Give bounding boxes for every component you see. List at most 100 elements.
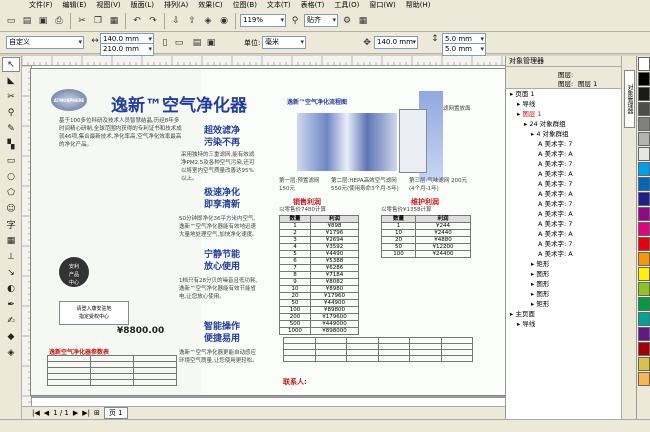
tree-item[interactable]: ▸ 主页面 [506,309,621,319]
connector-icon[interactable]: ↘ [2,265,20,280]
parallel-dimension-icon[interactable]: ⟂ [2,249,20,264]
cut-icon[interactable]: ✂ [75,14,89,28]
color-swatch[interactable] [638,57,650,71]
color-swatch[interactable] [638,207,650,221]
units-select[interactable]: 毫米 [262,36,306,49]
color-swatch[interactable] [638,252,650,266]
import-icon[interactable]: ⇩ [169,14,183,28]
crop-tool-icon[interactable]: ✂ [2,89,20,104]
smart-fill-icon[interactable]: ▚ [2,137,20,152]
all-pages-icon[interactable]: ▤ [190,36,204,50]
undo-icon[interactable]: ↶ [130,14,144,28]
menu-window[interactable]: 窗口(W) [364,0,400,10]
tree-item[interactable]: ▸ 页面 1 [506,89,621,99]
menu-file[interactable]: 文件(F) [24,0,58,10]
tree-item[interactable]: ▸ 图形 [506,269,621,279]
paper-size-select[interactable]: 自定义 [6,36,84,49]
current-page-icon[interactable]: ▣ [204,36,218,50]
color-swatch[interactable] [638,222,650,236]
tree-item[interactable]: A 美术字: 7 [506,179,621,189]
fill-tool-icon[interactable]: ◆ [2,329,20,344]
page-height-field[interactable]: 210.0 mm [100,43,154,56]
menu-edit[interactable]: 编辑(E) [58,0,92,10]
duplicate-v-field[interactable]: 5.0 mm [442,43,486,56]
tree-item[interactable]: A 美术字: A [506,229,621,239]
export-icon[interactable]: ⇧ [185,14,199,28]
menu-text[interactable]: 文本(T) [262,0,296,10]
color-swatch[interactable] [638,72,650,86]
color-swatch[interactable] [638,297,650,311]
save-icon[interactable]: ▣ [36,14,50,28]
color-swatch[interactable] [638,192,650,206]
welcome-icon[interactable]: ◉ [217,14,231,28]
tree-item[interactable]: A 美术字: 7 [506,199,621,209]
color-swatch[interactable] [638,132,650,146]
menu-effects[interactable]: 效果(C) [193,0,227,10]
new-icon[interactable]: ▭ [4,14,18,28]
zoom-select[interactable]: 119% [240,14,286,27]
blend-tool-icon[interactable]: ◐ [2,281,20,296]
landscape-icon[interactable]: ▭ [172,36,186,50]
color-swatch[interactable] [638,87,650,101]
horizontal-ruler[interactable] [22,56,505,66]
next-page-icon[interactable]: ▶ [73,409,78,417]
menu-arrange[interactable]: 排列(A) [159,0,193,10]
tree-item[interactable]: A 美术字: 7 [506,139,621,149]
tree-item[interactable]: A 美术字: 7 [506,219,621,229]
paste-icon[interactable]: ▦ [107,14,121,28]
tree-item[interactable]: ▸ 矩形 [506,299,621,309]
color-swatch[interactable] [638,237,650,251]
color-swatch[interactable] [638,117,650,131]
text-tool-icon[interactable]: 字 [2,217,20,232]
tree-item[interactable]: A 美术字: A [506,149,621,159]
color-swatch[interactable] [638,372,650,386]
color-swatch[interactable] [638,102,650,116]
basic-shapes-icon[interactable]: ☺ [2,201,20,216]
tree-item[interactable]: ▸ 4 对象群组 [506,129,621,139]
color-swatch[interactable] [638,312,650,326]
color-swatch[interactable] [638,162,650,176]
tree-item[interactable]: A 美术字: A [506,249,621,259]
tree-item[interactable]: A 美术字: 7 [506,159,621,169]
tree-item[interactable]: ▸ 导线 [506,99,621,109]
grid-icon[interactable]: ▦ [356,14,370,28]
eyedropper-icon[interactable]: ✒ [2,297,20,312]
menu-help[interactable]: 帮助(H) [401,0,436,10]
menu-table[interactable]: 表格(T) [296,0,330,10]
nudge-field[interactable]: 140.0 mm [374,36,418,49]
color-swatch[interactable] [638,147,650,161]
portrait-icon[interactable]: ▯ [158,36,172,50]
first-page-icon[interactable]: |◀ [32,409,40,417]
tree-item[interactable]: ▸ 24 对象群组 [506,119,621,129]
color-swatch[interactable] [638,282,650,296]
zoom-tool-icon[interactable]: ⚲ [2,105,20,120]
add-page-icon[interactable]: ⊞ [94,409,100,417]
shape-tool-icon[interactable]: ◣ [2,73,20,88]
zoom-icon[interactable]: ⚲ [288,14,302,28]
tree-item[interactable]: ▸ 图层 1 [506,109,621,119]
ellipse-tool-icon[interactable]: ○ [2,169,20,184]
tree-item[interactable]: ▸ 图形 [506,289,621,299]
color-swatch[interactable] [638,357,650,371]
snap-select[interactable]: 贴齐 [304,14,338,27]
prev-page-icon[interactable]: ◀ [44,409,49,417]
app-launcher-icon[interactable]: ◈ [201,14,215,28]
color-swatch[interactable] [638,267,650,281]
menu-view[interactable]: 视图(V) [91,0,125,10]
page-tab[interactable]: 页 1 [103,407,128,419]
pick-tool-icon[interactable]: ↖ [2,57,20,72]
redo-icon[interactable]: ↷ [146,14,160,28]
interactive-fill-icon[interactable]: ◈ [2,345,20,360]
freehand-tool-icon[interactable]: ✎ [2,121,20,136]
tree-item[interactable]: A 美术字: A [506,209,621,219]
color-swatch[interactable] [638,177,650,191]
polygon-tool-icon[interactable]: ⬠ [2,185,20,200]
color-swatch[interactable] [638,327,650,341]
object-manager-tab[interactable]: 对象管理器 [624,70,635,128]
table-tool-icon[interactable]: ▦ [2,233,20,248]
color-swatch[interactable] [638,342,650,356]
tree-item[interactable]: ▸ 矩形 [506,259,621,269]
last-page-icon[interactable]: ▶| [82,409,90,417]
copy-icon[interactable]: ❐ [91,14,105,28]
menu-layout[interactable]: 版面(L) [126,0,159,10]
